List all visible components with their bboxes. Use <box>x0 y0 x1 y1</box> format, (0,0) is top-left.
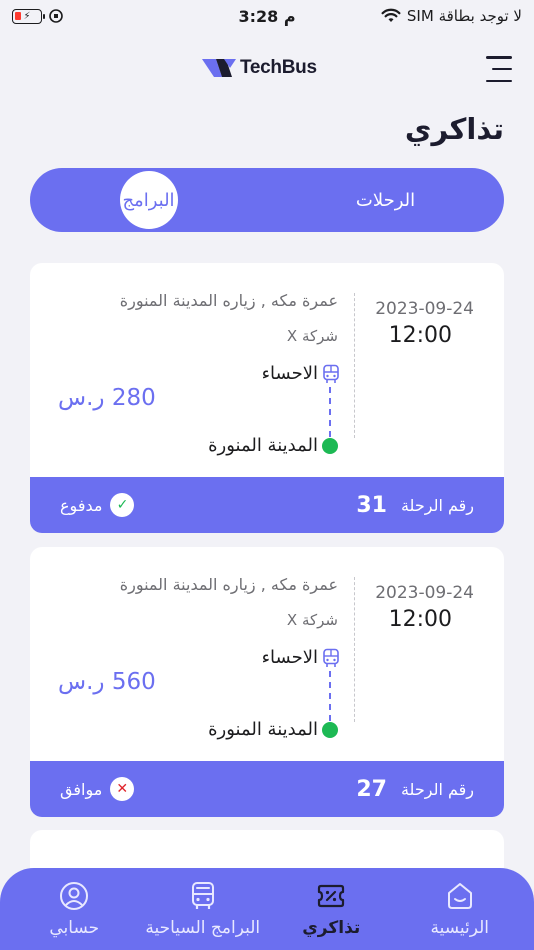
check-icon: ✓ <box>110 493 135 517</box>
carrier-text: لا توجد بطاقة SIM <box>406 7 522 25</box>
ticket-program: عمرة مكه , زياره المدينة المنورة <box>119 575 338 594</box>
status-text: موافق <box>60 779 103 799</box>
ticket-body: 2023-09-24 12:00 عمرة مكه , زياره المدين… <box>30 263 504 477</box>
bus-icon <box>323 364 339 383</box>
tab-trips[interactable]: الرحلات <box>267 168 504 232</box>
ticket-time: 12:00 <box>388 607 452 632</box>
ticket-price: 560 ر.س <box>58 669 156 695</box>
app-logo: TechBus <box>202 56 317 80</box>
ticket-body: 2023-09-24 12:00 عمرة مكه , زياره المدين… <box>30 547 504 761</box>
trip-number-label: رقم الرحلة <box>400 779 474 799</box>
status-time: 3:28 م <box>238 6 296 26</box>
nav-label: الرئيسية <box>430 918 490 938</box>
ticket-card[interactable]: 2023-09-24 12:00 عمرة مكه , زياره المدين… <box>30 263 504 533</box>
trip-number-label: رقم الرحلة <box>400 495 474 515</box>
status-bar: ⚡ 3:28 م لا توجد بطاقة SIM <box>0 0 534 32</box>
ticket-destination: المدينة المنورة <box>208 719 318 740</box>
ticket-card[interactable]: 2023-09-24 12:00 عمرة مكه , زياره المدين… <box>30 547 504 817</box>
nav-label: البرامج السياحية <box>145 918 261 938</box>
battery-icon: ⚡ <box>12 8 45 24</box>
bottom-nav: الرئيسية تذاكري البرامج السياحية حسابي <box>0 868 534 950</box>
ticket-price: 280 ر.س <box>58 385 156 411</box>
nav-item-home[interactable]: الرئيسية <box>396 880 525 938</box>
app-name: TechBus <box>240 57 317 78</box>
tab-programs[interactable]: البرامج <box>30 168 267 232</box>
wifi-icon <box>381 8 401 22</box>
nav-item-account[interactable]: حسابي <box>10 880 139 938</box>
nav-label: حسابي <box>49 918 100 938</box>
ticket-time: 12:00 <box>388 323 452 348</box>
status-text: مدفوع <box>60 495 103 515</box>
techbus-logo-icon <box>202 59 236 77</box>
route-line <box>329 387 331 437</box>
status-right: لا توجد بطاقة SIM <box>381 7 522 25</box>
ticket-date: 2023-09-24 <box>375 299 474 319</box>
tab-programs-label: البرامج <box>122 189 175 211</box>
account-icon <box>60 882 89 910</box>
orientation-lock-icon <box>49 9 63 23</box>
trip-number-value: 27 <box>356 776 387 802</box>
ticket-company: شركة X <box>286 611 338 629</box>
home-icon <box>447 883 472 909</box>
cross-icon: ✕ <box>110 777 135 801</box>
app-header: TechBus <box>0 48 534 92</box>
ticket-divider <box>354 577 355 722</box>
ticket-footer: رقم الرحلة 31 ✓ مدفوع <box>30 477 504 533</box>
bus-icon <box>323 648 339 667</box>
ticket-origin: الاحساء <box>261 363 318 384</box>
route-line <box>329 671 331 721</box>
trip-number-value: 31 <box>356 492 387 518</box>
trip-number: رقم الرحلة 31 <box>356 493 474 518</box>
status-badge: ✕ موافق <box>60 777 135 801</box>
nav-label: تذاكري <box>302 918 361 938</box>
hamburger-menu-icon[interactable] <box>484 56 512 82</box>
trip-number: رقم الرحلة 27 <box>356 777 474 802</box>
ticket-icon <box>318 884 345 908</box>
ticket-destination: المدينة المنورة <box>208 435 318 456</box>
ticket-origin: الاحساء <box>261 647 318 668</box>
destination-dot-icon <box>322 438 338 454</box>
bus-icon <box>191 882 214 909</box>
ticket-company: شركة X <box>286 327 338 345</box>
status-badge: ✓ مدفوع <box>60 493 135 517</box>
segment-control: الرحلات البرامج <box>30 168 504 232</box>
nav-item-programs[interactable]: البرامج السياحية <box>139 880 268 938</box>
tab-trips-label: الرحلات <box>355 189 416 211</box>
ticket-date: 2023-09-24 <box>375 583 474 603</box>
ticket-program: عمرة مكه , زياره المدينة المنورة <box>119 291 338 310</box>
nav-item-tickets[interactable]: تذاكري <box>267 880 396 938</box>
ticket-divider <box>354 293 355 438</box>
ticket-footer: رقم الرحلة 27 ✕ موافق <box>30 761 504 817</box>
destination-dot-icon <box>322 722 338 738</box>
page-title: تذاكري <box>404 112 504 146</box>
status-left: ⚡ <box>12 8 64 24</box>
